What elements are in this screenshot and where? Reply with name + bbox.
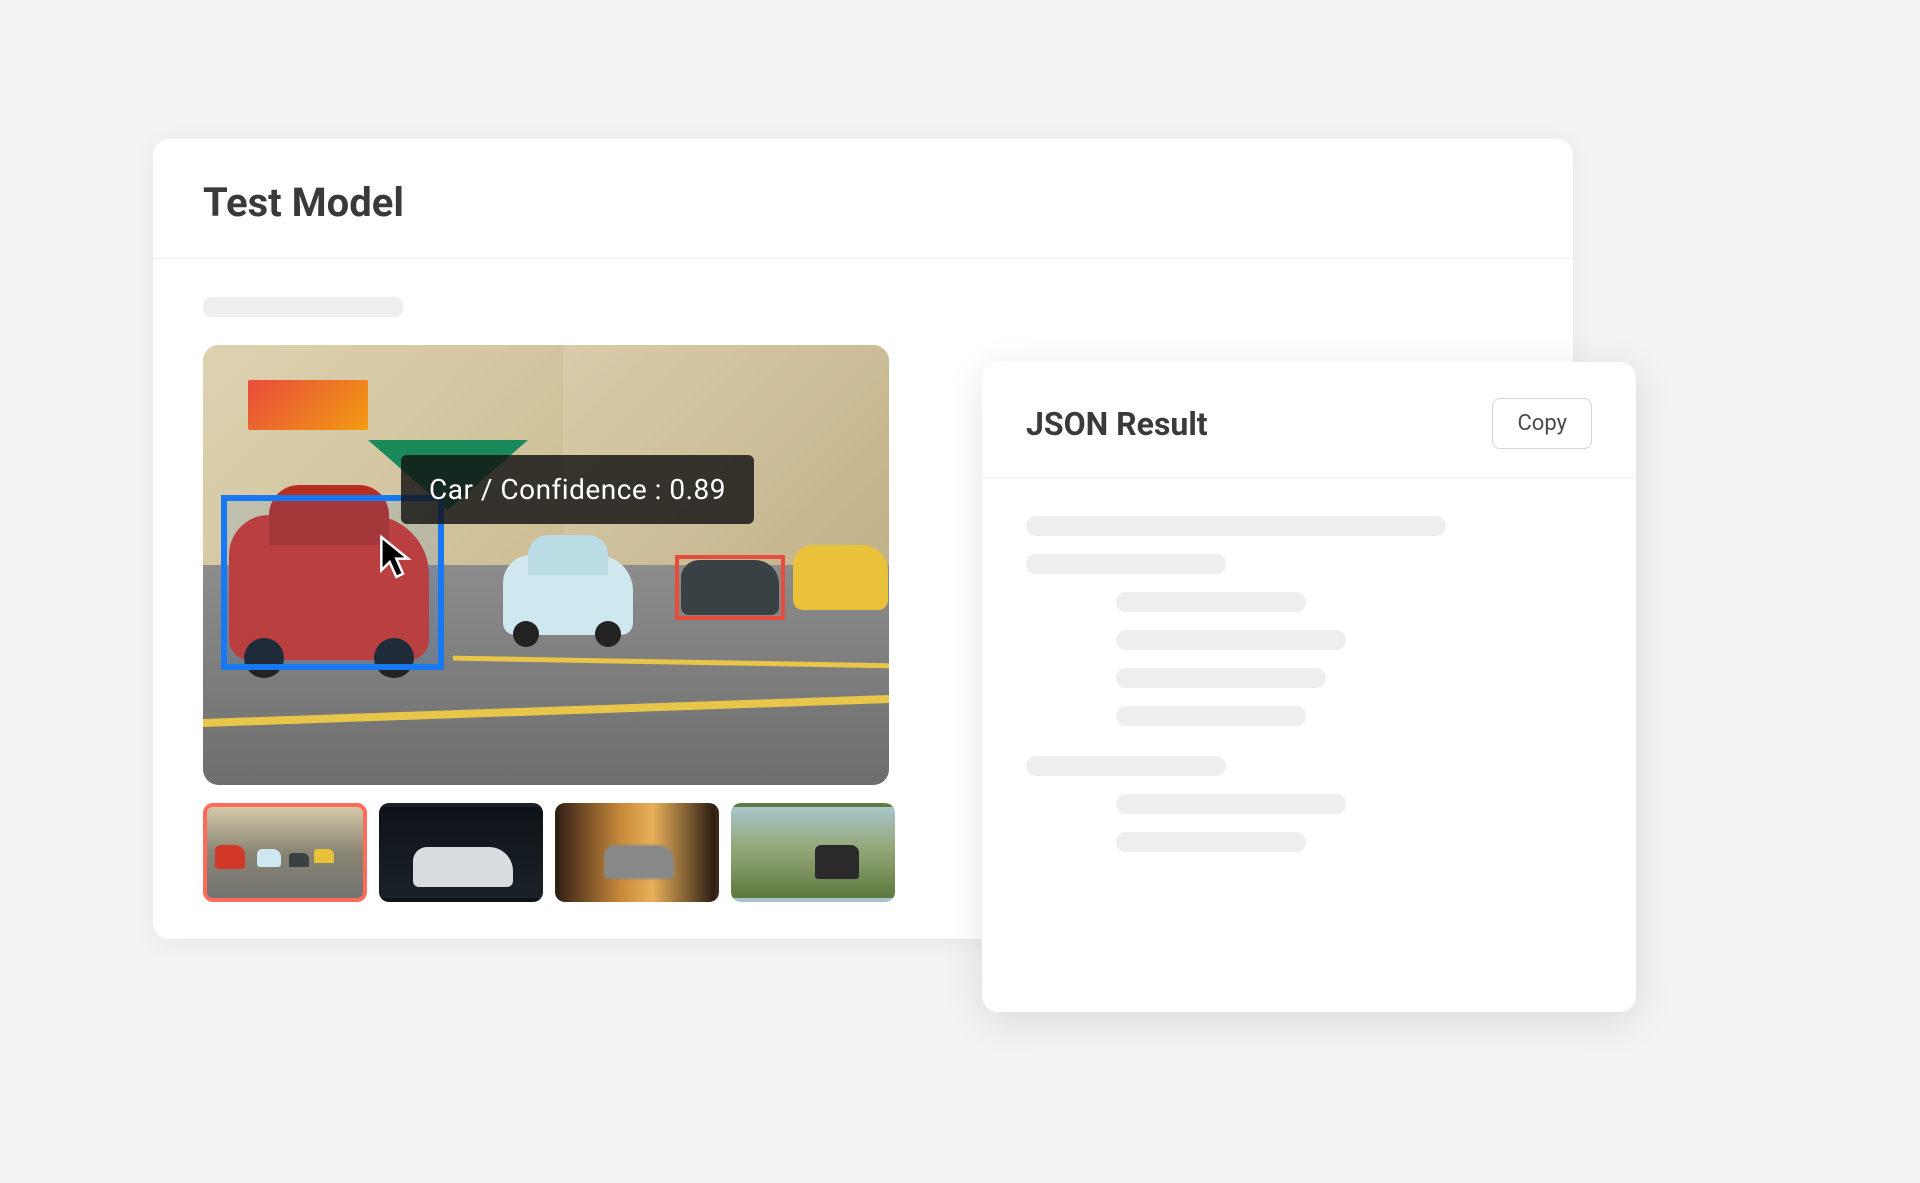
copy-button[interactable]: Copy xyxy=(1492,398,1592,449)
json-placeholder-line xyxy=(1116,668,1326,688)
json-placeholder-line xyxy=(1026,554,1226,574)
json-result-title: JSON Result xyxy=(1026,405,1208,443)
json-placeholder-line xyxy=(1026,756,1226,776)
scene-store-sign xyxy=(248,380,368,430)
json-placeholder-line xyxy=(1116,832,1306,852)
cursor-icon xyxy=(378,533,418,581)
json-placeholder-line xyxy=(1116,794,1346,814)
json-placeholder-line xyxy=(1116,630,1346,650)
json-placeholder-line xyxy=(1116,706,1306,726)
json-result-header: JSON Result Copy xyxy=(982,362,1636,478)
bounding-box-secondary[interactable] xyxy=(675,555,785,620)
thumb-offroad-landscape[interactable] xyxy=(731,803,895,902)
json-placeholder-block-2 xyxy=(1026,756,1592,852)
scene-car-blue xyxy=(503,555,633,635)
panel-title: Test Model xyxy=(203,179,1523,226)
json-placeholder-line xyxy=(1116,592,1306,612)
scene-car-yellow xyxy=(793,545,888,610)
thumb-white-car-dark[interactable] xyxy=(379,803,543,902)
panel-header: Test Model xyxy=(153,139,1573,259)
json-result-body xyxy=(982,478,1636,920)
thumb-street-cars[interactable] xyxy=(203,803,367,902)
preview-image[interactable]: Car / Confidence : 0.89 xyxy=(203,345,889,785)
thumb-motion-blur-car[interactable] xyxy=(555,803,719,902)
subtitle-placeholder xyxy=(203,297,403,317)
json-placeholder-block-1 xyxy=(1026,516,1592,726)
json-result-panel: JSON Result Copy xyxy=(982,362,1636,1012)
json-placeholder-line xyxy=(1026,516,1446,536)
detection-label: Car / Confidence : 0.89 xyxy=(401,455,754,524)
